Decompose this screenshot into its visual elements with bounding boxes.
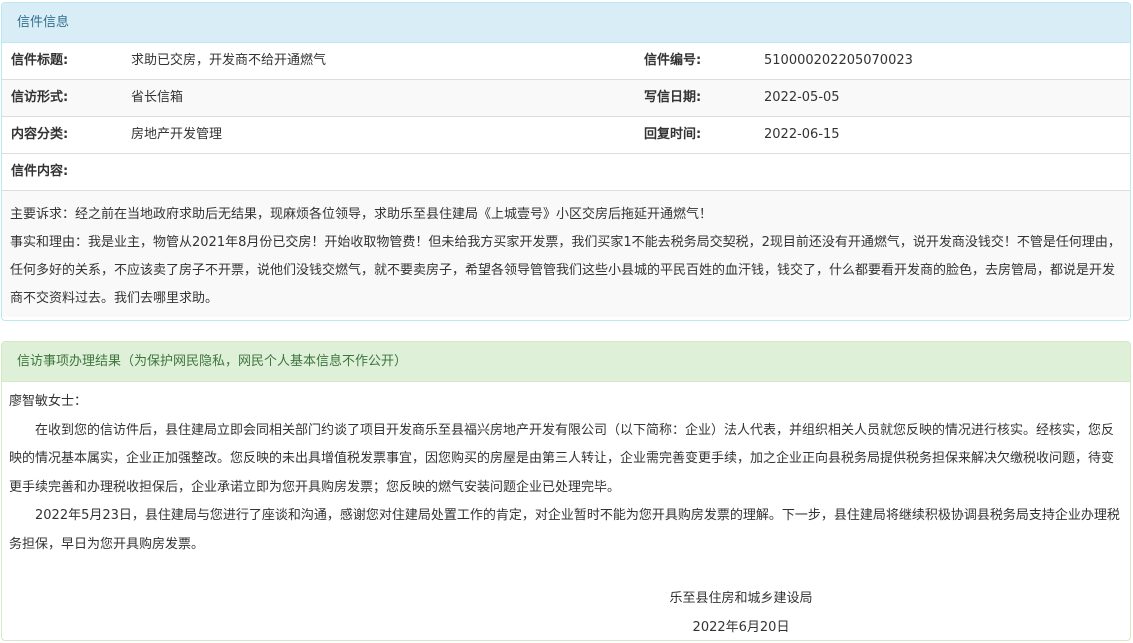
letter-info-panel: 信件信息 信件标题: 求助已交房，开发商不给开通燃气 信件编号: 5100002… [1,2,1131,321]
reply-panel: 信访事项办理结果（为保护网民隐私，网民个人基本信息不作公开） 廖智敏女士： 在收… [1,341,1131,641]
letter-title-label: 信件标题: [11,53,69,68]
reply-paragraph: 在收到您的信访件后，县住建局立即会同相关部门约谈了项目开发商乐至县福兴房地产开发… [9,422,1115,495]
info-row-title: 信件标题: 求助已交房，开发商不给开通燃气 信件编号: 510000202205… [2,43,1130,80]
reply-salutation: 廖智敏女士： [9,394,88,409]
write-date-label: 写信日期: [644,90,702,105]
content-category-value: 房地产开发管理 [131,127,223,142]
petition-form-label: 信访形式: [11,90,69,105]
reply-header: 信访事项办理结果（为保护网民隐私，网民个人基本信息不作公开） [2,342,1130,382]
letter-content-label: 信件内容: [11,164,69,179]
letter-content-body: 主要诉求：经之前在当地政府求助后无结果，现麻烦各位领导，求助乐至县住建局《上城壹… [2,191,1130,317]
reply-body: 廖智敏女士： 在收到您的信访件后，县住建局立即会同相关部门约谈了项目开发商乐至县… [2,382,1130,642]
write-date-value: 2022-05-05 [764,90,840,105]
reply-signature: 乐至县住房和城乡建设局 [669,591,813,606]
letter-title-value: 求助已交房，开发商不给开通燃气 [131,53,327,68]
info-row-content-label: 信件内容: [2,154,1130,191]
reply-paragraph: 2022年5月23日，县住建局与您进行了座谈和沟通，感谢您对住建局处置工作的肯定… [9,508,1120,552]
letter-main-appeal: 主要诉求：经之前在当地政府求助后无结果，现麻烦各位领导，求助乐至县住建局《上城壹… [10,207,713,222]
letter-facts-reasons: 事实和理由：我是业主，物管从2021年8月份已交房！开始收取物管费！但未给我方买… [10,235,1121,306]
info-row-category: 内容分类: 房地产开发管理 回复时间: 2022-06-15 [2,117,1130,154]
reply-time-label: 回复时间: [644,127,702,142]
reply-time-value: 2022-06-15 [764,127,840,142]
petition-form-value: 省长信箱 [131,90,184,105]
reply-date: 2022年6月20日 [692,619,790,635]
letter-info-header: 信件信息 [2,3,1130,43]
letter-number-label: 信件编号: [644,53,702,68]
info-row-form: 信访形式: 省长信箱 写信日期: 2022-05-05 [2,80,1130,117]
letter-number-value: 510000202205070023 [764,53,913,68]
content-category-label: 内容分类: [11,127,69,142]
